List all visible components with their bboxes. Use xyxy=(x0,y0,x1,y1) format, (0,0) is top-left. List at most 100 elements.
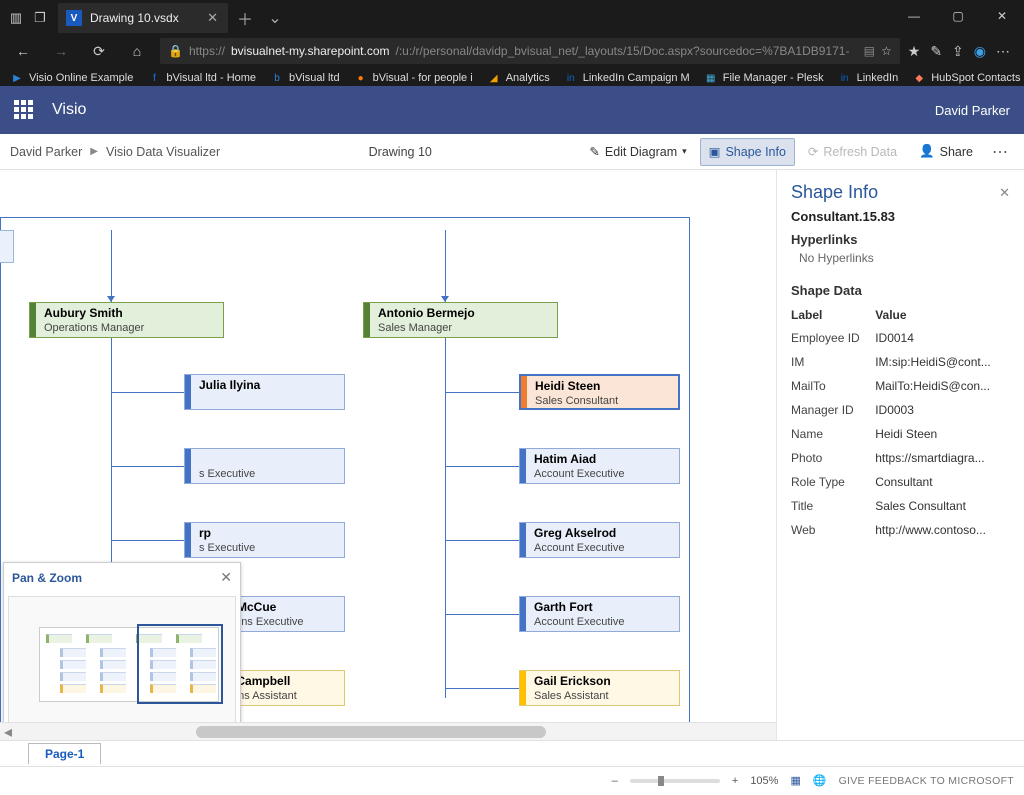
favorite-item[interactable]: bbVisual ltd xyxy=(264,67,346,89)
connector xyxy=(111,540,184,541)
favorite-item[interactable]: ◆HubSpot Contacts xyxy=(906,67,1024,89)
employee-name: Heidi Steen xyxy=(535,379,600,393)
employee-box[interactable]: rps Executive xyxy=(184,522,345,558)
app-launcher-icon[interactable] xyxy=(14,100,34,120)
employee-box[interactable]: Julia Ilyina xyxy=(184,374,345,410)
favorite-icon: ● xyxy=(354,71,368,85)
close-icon[interactable]: ✕ xyxy=(220,569,232,586)
share-browser-icon[interactable]: ⇪ xyxy=(952,43,964,60)
manager-box-operations[interactable]: Aubury SmithOperations Manager xyxy=(29,302,224,338)
cell-value: https://smartdiagra... xyxy=(875,446,1010,470)
slider-knob[interactable] xyxy=(658,776,664,786)
favorite-icon: in xyxy=(838,71,852,85)
fit-page-icon[interactable]: ▦ xyxy=(790,774,800,787)
app-name: Visio xyxy=(52,101,86,119)
globe-icon[interactable]: 🌐 xyxy=(813,774,827,787)
favorite-item[interactable]: ▦File Manager - Plesk xyxy=(698,67,830,89)
breadcrumb-page[interactable]: Visio Data Visualizer xyxy=(106,145,220,159)
tab-title: Drawing 10.vsdx xyxy=(90,11,199,25)
page-tab[interactable]: Page-1 xyxy=(28,743,101,764)
arrow-down-icon xyxy=(441,296,449,302)
explorer-icon[interactable]: ▥ xyxy=(4,6,28,30)
profile-icon[interactable]: ◉ xyxy=(974,43,986,60)
url-prefix: https:// xyxy=(189,44,225,58)
more-icon[interactable]: ⋯ xyxy=(996,43,1010,60)
tabs-icon[interactable]: ❐ xyxy=(28,6,52,30)
employee-box[interactable]: Hatim AiadAccount Executive xyxy=(519,448,680,484)
scroll-left-icon[interactable]: ◂ xyxy=(0,722,16,741)
favorite-item[interactable]: inLinkedIn xyxy=(832,67,905,89)
new-tab-button[interactable]: ＋ xyxy=(232,5,258,31)
no-hyperlinks-text: No Hyperlinks xyxy=(799,251,1010,265)
employee-box[interactable]: Heidi SteenSales Consultant xyxy=(519,374,680,410)
favorite-item[interactable]: ●bVisual - for people i xyxy=(348,67,479,89)
close-icon[interactable]: ✕ xyxy=(207,10,218,26)
table-row: NameHeidi Steen xyxy=(791,422,1010,446)
maximize-button[interactable]: ▢ xyxy=(936,0,980,32)
shape-info-button[interactable]: ▣ Shape Info xyxy=(700,138,795,166)
share-person-icon: 👤 xyxy=(919,144,935,159)
manager-role: Sales Manager xyxy=(378,322,452,334)
favorite-icon: b xyxy=(270,71,284,85)
feedback-link[interactable]: GIVE FEEDBACK TO MICROSOFT xyxy=(839,775,1014,787)
connector xyxy=(445,392,519,393)
pen-icon[interactable]: ✎ xyxy=(930,43,942,60)
workspace: Aubury SmithOperations Manager Antonio B… xyxy=(0,170,1024,740)
favorite-label: HubSpot Contacts xyxy=(931,72,1020,84)
table-row: Photohttps://smartdiagra... xyxy=(791,446,1010,470)
tab-dropdown-icon[interactable]: ⌄ xyxy=(262,5,288,31)
pan-zoom-panel: Pan & Zoom ✕ xyxy=(3,562,241,734)
employee-box[interactable]: Garth FortAccount Executive xyxy=(519,596,680,632)
zoom-percent[interactable]: 105% xyxy=(750,775,778,787)
scrollbar-thumb[interactable] xyxy=(196,726,546,738)
cell-label: Photo xyxy=(791,446,875,470)
cell-label: Role Type xyxy=(791,470,875,494)
zoom-out-button[interactable]: – xyxy=(612,775,618,787)
employee-role: Sales Assistant xyxy=(534,690,609,702)
url-path: /:u:/r/personal/davidp_bvisual_net/_layo… xyxy=(396,44,850,58)
offscreen-shape[interactable] xyxy=(0,230,14,263)
employee-box[interactable]: s Executive xyxy=(184,448,345,484)
home-button[interactable]: ⌂ xyxy=(122,36,152,66)
pan-zoom-title: Pan & Zoom xyxy=(12,571,82,585)
cell-label: Web xyxy=(791,518,875,542)
viewport-rect[interactable] xyxy=(137,624,223,704)
address-bar[interactable]: 🔒 https://bvisualnet-my.sharepoint.com/:… xyxy=(160,38,900,64)
star-outline-icon[interactable]: ☆ xyxy=(881,44,892,58)
employee-box[interactable]: Greg AkselrodAccount Executive xyxy=(519,522,680,558)
breadcrumb-root[interactable]: David Parker xyxy=(10,145,82,159)
refresh-icon: ⟳ xyxy=(808,144,818,159)
table-row: Role TypeConsultant xyxy=(791,470,1010,494)
browser-tab[interactable]: V Drawing 10.vsdx ✕ xyxy=(58,3,228,33)
favorite-item[interactable]: inLinkedIn Campaign M xyxy=(558,67,696,89)
zoom-slider[interactable] xyxy=(630,779,720,783)
pan-zoom-thumbnail[interactable] xyxy=(8,596,236,731)
back-button[interactable]: ← xyxy=(8,36,38,66)
close-icon[interactable]: ✕ xyxy=(999,185,1010,201)
document-name[interactable]: Drawing 10 xyxy=(369,145,432,159)
refresh-button[interactable]: ⟳ xyxy=(84,36,114,66)
url-host: bvisualnet-my.sharepoint.com xyxy=(231,44,390,58)
col-value: Value xyxy=(875,304,1010,326)
arrow-down-icon xyxy=(107,296,115,302)
manager-box-sales[interactable]: Antonio BermejoSales Manager xyxy=(363,302,558,338)
favorite-item[interactable]: ▶Visio Online Example xyxy=(4,67,139,89)
close-window-button[interactable]: ✕ xyxy=(980,0,1024,32)
reader-icon[interactable]: ▤ xyxy=(864,44,875,58)
cell-label: Title xyxy=(791,494,875,518)
employee-box[interactable]: Gail Erickson Sales Assistant xyxy=(519,670,680,706)
forward-button[interactable]: → xyxy=(46,36,76,66)
edit-diagram-button[interactable]: ✎ Edit Diagram ▾ xyxy=(580,138,695,166)
connector xyxy=(111,230,112,278)
employee-name: Gail Erickson xyxy=(534,674,611,688)
more-commands-button[interactable]: ⋯ xyxy=(986,142,1014,162)
minimize-button[interactable]: — xyxy=(892,0,936,32)
favorite-item[interactable]: ◢Analytics xyxy=(481,67,556,89)
connector xyxy=(111,392,184,393)
shape-data-heading: Shape Data xyxy=(791,283,1010,298)
favorite-item[interactable]: fbVisual ltd - Home xyxy=(141,67,262,89)
user-name[interactable]: David Parker xyxy=(935,103,1010,118)
zoom-in-button[interactable]: + xyxy=(732,775,738,787)
share-button[interactable]: 👤 Share xyxy=(910,138,982,166)
favorites-icon[interactable]: ★ xyxy=(908,43,921,60)
